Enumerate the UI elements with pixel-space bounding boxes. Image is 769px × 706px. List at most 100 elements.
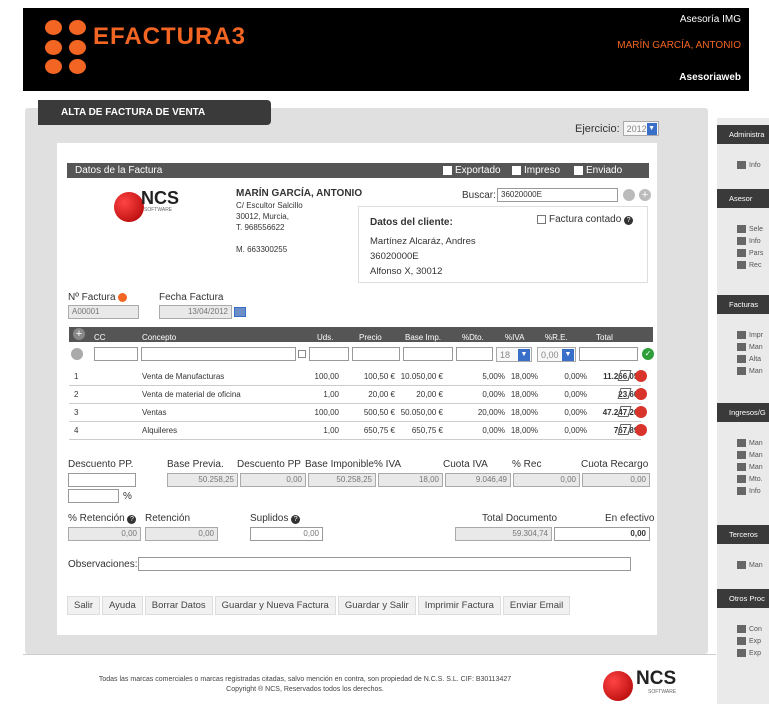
ejercicio-select[interactable]: 2012 ▼	[622, 121, 659, 136]
footer-divider	[23, 654, 716, 655]
cell-3: 100,50 €	[363, 372, 395, 381]
sidebar-item[interactable]: Man	[737, 343, 763, 351]
new-total-input[interactable]	[579, 347, 638, 361]
sidebar-item[interactable]: Man	[737, 439, 763, 447]
search-icon[interactable]	[71, 348, 83, 360]
calendar-icon[interactable]	[234, 307, 246, 317]
sidebar-section-title[interactable]: Asesor	[717, 189, 769, 208]
table-row[interactable]: 2 Venta de material de oficina 1,00 20,00 €…	[69, 386, 647, 404]
enviar-email-button[interactable]: Enviar Email	[502, 596, 571, 615]
sidebar-section-title[interactable]: Terceros	[717, 525, 769, 544]
sidebar-item[interactable]: Impr	[737, 331, 763, 339]
cell-4: 650,75 €	[411, 426, 443, 435]
help-icon: ?	[624, 216, 634, 225]
search-input[interactable]: 36020000E	[497, 188, 618, 202]
delete-icon[interactable]	[635, 424, 647, 436]
new-cc-input[interactable]	[94, 347, 138, 361]
user-name[interactable]: MARÍN GARCÍA, ANTONIO	[617, 40, 741, 51]
footer-logo: NCS SOFTWARE	[603, 668, 693, 702]
issuer-address2: 30012, Murcia,	[236, 212, 289, 221]
new-base-input[interactable]	[403, 347, 453, 361]
dpp-label: Descuento PP.	[68, 459, 134, 470]
col-precio: Precio	[359, 333, 382, 342]
sidebar-item[interactable]: Info	[737, 487, 761, 495]
sidebar-item[interactable]: Rec	[737, 261, 761, 269]
table-row[interactable]: 4 Alquileres 1,00 650,75 € 650,75 € 0,00% 18,0…	[69, 422, 647, 440]
dpp-pct-input[interactable]	[68, 489, 119, 503]
delete-icon[interactable]	[635, 388, 647, 400]
sidebar-section-title[interactable]: Facturas	[717, 295, 769, 314]
sidebar-item[interactable]: Info	[737, 237, 761, 245]
new-dto-input[interactable]	[456, 347, 493, 361]
sidebar-section-title[interactable]: Otros Proc	[717, 589, 769, 608]
sidebar-item[interactable]: Man	[737, 367, 763, 375]
new-concepto-input[interactable]	[141, 347, 296, 361]
impreso-checkbox[interactable]: Impreso	[512, 163, 560, 178]
desc-pp-label: Descuento PP	[237, 459, 301, 470]
confirm-icon[interactable]: ✓	[642, 348, 654, 360]
menu-item-icon	[737, 331, 746, 339]
exportado-checkbox[interactable]: Exportado	[443, 163, 501, 178]
brand-logo-icon	[45, 20, 89, 74]
help-icon: ?	[127, 515, 137, 524]
top-header: EFACTURA3 Asesoría IMG MARÍN GARCÍA, ANT…	[23, 8, 749, 91]
sidebar-section-title[interactable]: Ingresos/G	[717, 403, 769, 422]
table-row[interactable]: 3 Ventas 100,00 500,50 €50.050,00 €20,00% 18…	[69, 404, 647, 422]
iva-label: % IVA	[374, 459, 402, 470]
invoice-number-input[interactable]: A00001	[68, 305, 139, 319]
ret-pct-input[interactable]: 0,00	[68, 527, 141, 541]
add-line-icon[interactable]: +	[73, 328, 85, 340]
cell-2: 1,00	[323, 390, 339, 399]
sidebar-item[interactable]: Alta	[737, 355, 761, 363]
delete-icon[interactable]	[635, 370, 647, 382]
chevron-down-icon: ▼	[562, 348, 574, 361]
note-icon[interactable]	[298, 350, 306, 358]
sidebar-section-title[interactable]: Administra	[717, 125, 769, 144]
col-base: Base Imp.	[405, 333, 442, 342]
sidebar-item[interactable]: Man	[737, 561, 763, 569]
cell-2: 1,00	[323, 426, 339, 435]
salir-button[interactable]: Salir	[67, 596, 101, 615]
imprimir-button[interactable]: Imprimir Factura	[417, 596, 501, 615]
new-re-select[interactable]: 0,00 ▼	[537, 347, 576, 362]
add-icon[interactable]: +	[639, 189, 651, 201]
new-iva-select[interactable]: 18 ▼	[496, 347, 532, 362]
search-label: Buscar:	[462, 190, 496, 201]
sidebar-item[interactable]: Mto.	[737, 475, 763, 483]
info-icon	[118, 292, 128, 302]
brand-name: EFACTURA3	[93, 23, 247, 50]
cell-6: 18,00%	[510, 390, 538, 399]
guardar-salir-button[interactable]: Guardar y Salir	[337, 596, 416, 615]
cell-4: 20,00 €	[416, 390, 443, 399]
sidebar-item[interactable]: Man	[737, 463, 763, 471]
menu-item-icon	[737, 463, 746, 471]
sidebar-item[interactable]: Sele	[737, 225, 763, 233]
cell-6: 18,00%	[510, 426, 538, 435]
delete-icon[interactable]	[635, 406, 647, 418]
suplidos-input[interactable]: 0,00	[250, 527, 323, 541]
cell-0: 4	[74, 426, 79, 435]
contado-checkbox[interactable]: Factura contado ?	[537, 214, 634, 225]
invoice-date-input[interactable]: 13/04/2012	[159, 305, 232, 319]
site-name[interactable]: Asesoriaweb	[679, 72, 741, 83]
guardar-nueva-button[interactable]: Guardar y Nueva Factura	[214, 596, 336, 615]
observaciones-input[interactable]	[138, 557, 631, 571]
pct-label: %	[123, 491, 132, 502]
sidebar-item[interactable]: Exp	[737, 637, 761, 645]
new-precio-input[interactable]	[352, 347, 400, 361]
new-uds-input[interactable]	[309, 347, 349, 361]
sidebar-item[interactable]: Con	[737, 625, 762, 633]
dpp-input[interactable]	[68, 473, 136, 487]
sidebar-item[interactable]: Man	[737, 451, 763, 459]
col-re: %R.E.	[545, 333, 568, 342]
efectivo-input[interactable]: 0,00	[554, 527, 650, 541]
ayuda-button[interactable]: Ayuda	[102, 596, 143, 615]
table-row[interactable]: 1 Venta de Manufacturas 100,00 100,50 € 10.0…	[69, 368, 647, 386]
sidebar-item[interactable]: Exp	[737, 649, 761, 657]
cell-3: 20,00 €	[368, 390, 395, 399]
cell-1: Alquileres	[142, 426, 178, 435]
search-icon[interactable]	[623, 189, 635, 201]
sidebar-item[interactable]: Pars	[737, 249, 763, 257]
sidebar-item[interactable]: Info	[737, 161, 761, 169]
borrar-button[interactable]: Borrar Datos	[144, 596, 213, 615]
